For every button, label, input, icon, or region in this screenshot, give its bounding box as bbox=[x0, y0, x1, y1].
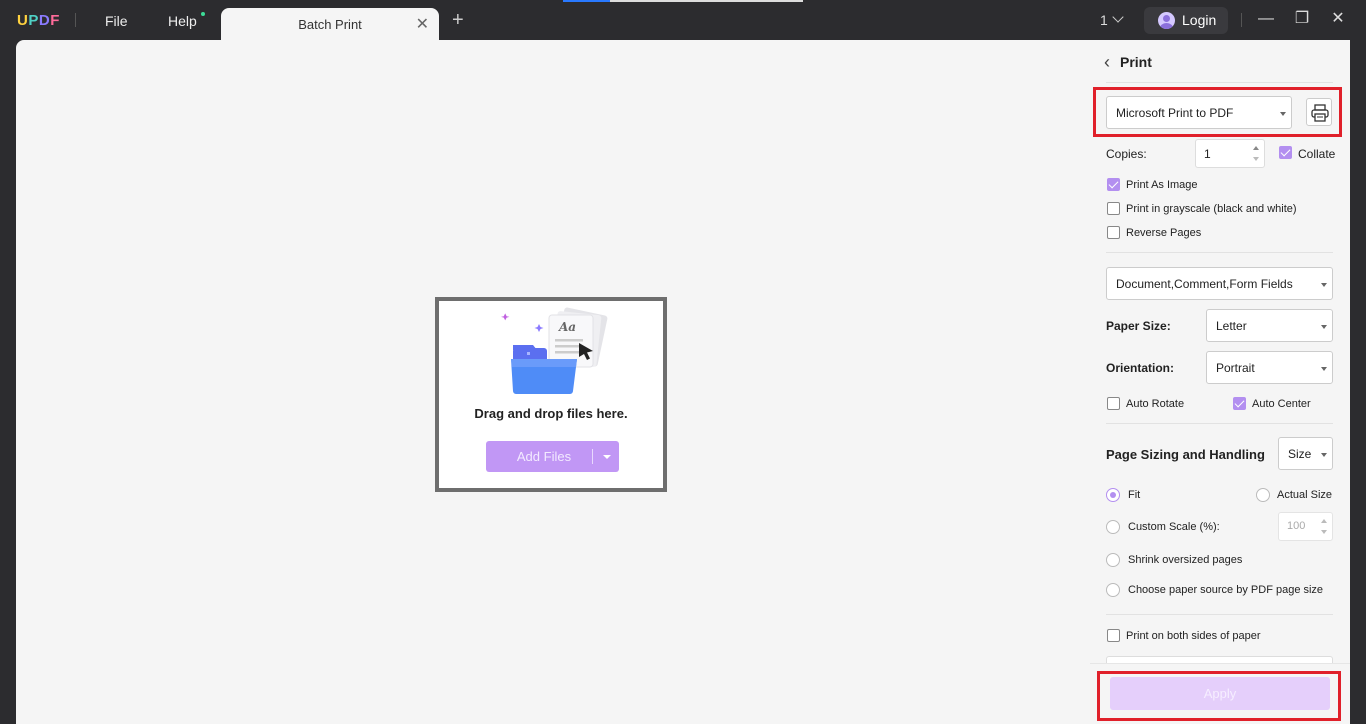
orientation-value: Portrait bbox=[1216, 361, 1255, 375]
grayscale-checkbox[interactable] bbox=[1107, 202, 1120, 215]
title-bar: UPDF File Help Batch Print ✕ + 1 Login —… bbox=[0, 0, 1366, 40]
actual-size-radio[interactable] bbox=[1256, 488, 1270, 502]
caret-down-icon bbox=[1280, 112, 1286, 116]
auto-rotate-label: Auto Rotate bbox=[1126, 398, 1185, 410]
close-window-icon[interactable]: ✕ bbox=[1327, 8, 1349, 30]
tab-batch-print[interactable]: Batch Print ✕ bbox=[221, 8, 439, 40]
printer-settings-button[interactable] bbox=[1306, 98, 1332, 126]
file-drop-zone[interactable]: Aa Drag and drop files here. Add Files bbox=[435, 297, 667, 492]
caret-down-icon[interactable] bbox=[603, 455, 611, 459]
divider bbox=[75, 13, 76, 27]
avatar-icon bbox=[1158, 12, 1175, 29]
custom-scale-value: 100 bbox=[1287, 520, 1306, 532]
caret-down-icon bbox=[1321, 453, 1327, 457]
custom-scale-label: Custom Scale (%): bbox=[1128, 521, 1220, 533]
content-value: Document,Comment,Form Fields bbox=[1116, 277, 1293, 291]
add-tab-icon[interactable]: + bbox=[452, 9, 464, 32]
collate-checkbox[interactable] bbox=[1279, 146, 1292, 159]
apply-footer: Apply bbox=[1090, 663, 1350, 724]
svg-text:Aa: Aa bbox=[558, 320, 576, 334]
caret-down-icon bbox=[1321, 325, 1327, 329]
copies-stepper[interactable]: 1 bbox=[1195, 139, 1265, 168]
tab-title: Batch Print bbox=[298, 17, 362, 32]
fit-radio[interactable] bbox=[1106, 488, 1120, 502]
apply-button[interactable]: Apply bbox=[1110, 677, 1330, 710]
paper-size-value: Letter bbox=[1216, 319, 1247, 333]
apply-label: Apply bbox=[1203, 686, 1237, 701]
auto-center-checkbox[interactable] bbox=[1233, 397, 1246, 410]
printer-value: Microsoft Print to PDF bbox=[1116, 106, 1234, 120]
divider bbox=[1106, 82, 1333, 83]
print-as-image-checkbox[interactable] bbox=[1107, 178, 1120, 191]
chevron-down-icon[interactable] bbox=[1112, 11, 1124, 23]
document-canvas: Aa Drag and drop files here. Add Files bbox=[16, 40, 1090, 724]
add-files-button[interactable]: Add Files bbox=[486, 441, 619, 472]
decrement-icon[interactable] bbox=[1321, 530, 1327, 534]
page-number[interactable]: 1 bbox=[1100, 12, 1108, 28]
shrink-oversized-label: Shrink oversized pages bbox=[1128, 554, 1243, 566]
loading-bar bbox=[563, 0, 803, 2]
auto-rotate-checkbox[interactable] bbox=[1107, 397, 1120, 410]
orientation-label: Orientation: bbox=[1106, 361, 1174, 375]
increment-icon[interactable] bbox=[1253, 146, 1259, 150]
orientation-select[interactable]: Portrait bbox=[1206, 351, 1333, 384]
both-sides-label: Print on both sides of paper bbox=[1126, 630, 1261, 642]
add-files-label: Add Files bbox=[516, 449, 572, 464]
caret-down-icon bbox=[1321, 367, 1327, 371]
shrink-oversized-radio[interactable] bbox=[1106, 553, 1120, 567]
divider bbox=[1106, 252, 1333, 253]
content-select[interactable]: Document,Comment,Form Fields bbox=[1106, 267, 1333, 300]
back-chevron-icon[interactable]: ‹ bbox=[1104, 52, 1110, 73]
divider bbox=[1106, 614, 1333, 615]
print-as-image-label: Print As Image bbox=[1126, 179, 1198, 191]
page-sizing-title: Page Sizing and Handling bbox=[1106, 447, 1265, 462]
login-label: Login bbox=[1182, 12, 1217, 28]
divider bbox=[592, 449, 593, 464]
divider bbox=[1241, 13, 1242, 27]
decrement-icon[interactable] bbox=[1253, 157, 1259, 161]
paper-size-select[interactable]: Letter bbox=[1206, 309, 1333, 342]
folder-documents-illustration: Aa bbox=[501, 307, 608, 394]
drop-instructions: Drag and drop files here. bbox=[474, 406, 628, 421]
copies-label: Copies: bbox=[1106, 147, 1147, 161]
caret-down-icon bbox=[1321, 283, 1327, 287]
fit-label: Fit bbox=[1128, 489, 1141, 501]
divider bbox=[1106, 423, 1333, 424]
copies-value: 1 bbox=[1204, 147, 1211, 161]
page-sizing-mode-select[interactable]: Size bbox=[1278, 437, 1333, 470]
print-panel: ‹ Print Microsoft Print to PDF Copies: 1… bbox=[1090, 40, 1350, 724]
collate-label: Collate bbox=[1298, 147, 1336, 161]
printer-icon bbox=[1311, 104, 1329, 122]
page-sizing-mode-value: Size bbox=[1288, 447, 1312, 461]
both-sides-checkbox[interactable] bbox=[1107, 629, 1120, 642]
reverse-pages-label: Reverse Pages bbox=[1126, 227, 1202, 239]
custom-scale-stepper[interactable]: 100 bbox=[1278, 512, 1333, 541]
choose-paper-source-radio[interactable] bbox=[1106, 583, 1120, 597]
printer-select[interactable]: Microsoft Print to PDF bbox=[1106, 96, 1292, 129]
custom-scale-radio[interactable] bbox=[1106, 520, 1120, 534]
panel-title: Print bbox=[1120, 54, 1152, 70]
reverse-pages-checkbox[interactable] bbox=[1107, 226, 1120, 239]
restore-icon[interactable]: ❐ bbox=[1291, 8, 1313, 30]
menu-file[interactable]: File bbox=[105, 13, 128, 29]
choose-paper-source-label: Choose paper source by PDF page size bbox=[1128, 584, 1324, 596]
minimize-icon[interactable]: — bbox=[1255, 8, 1277, 30]
actual-size-label: Actual Size bbox=[1277, 489, 1333, 501]
increment-icon[interactable] bbox=[1321, 519, 1327, 523]
menu-help[interactable]: Help bbox=[168, 13, 197, 29]
close-icon[interactable]: ✕ bbox=[416, 14, 429, 34]
updf-logo[interactable]: UPDF bbox=[17, 12, 60, 29]
grayscale-label: Print in grayscale (black and white) bbox=[1126, 203, 1297, 215]
paper-size-label: Paper Size: bbox=[1106, 319, 1171, 333]
login-button[interactable]: Login bbox=[1144, 7, 1228, 34]
auto-center-label: Auto Center bbox=[1252, 398, 1311, 410]
notification-dot bbox=[201, 12, 205, 16]
